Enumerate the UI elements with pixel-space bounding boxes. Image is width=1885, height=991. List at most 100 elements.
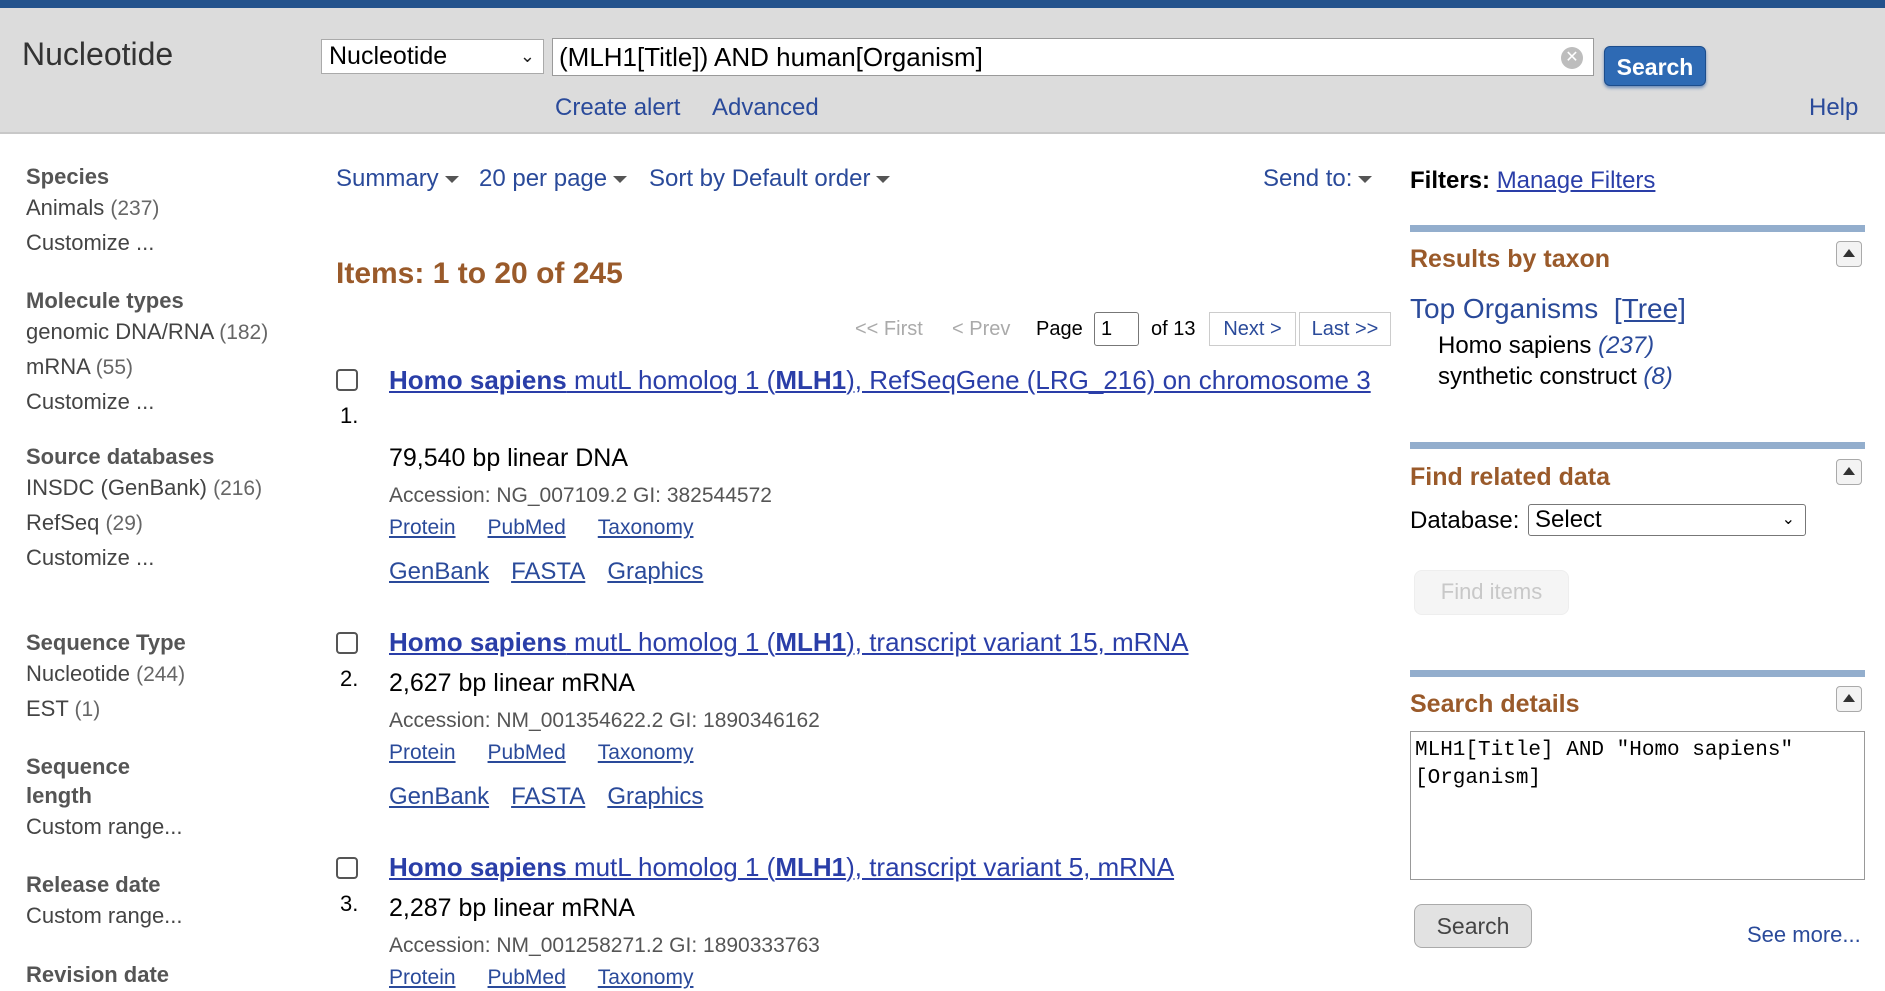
- taxonomy-link[interactable]: Taxonomy: [598, 741, 694, 764]
- result-format-links: GenBank FASTA Graphics: [389, 558, 725, 586]
- result-related-links: Protein PubMed Taxonomy: [389, 741, 725, 765]
- facet-species: Species Animals (237) Customize ...: [26, 162, 159, 260]
- taxon-item[interactable]: synthetic construct (8): [1438, 361, 1673, 392]
- related-database-select[interactable]: Select ⌄: [1528, 504, 1806, 536]
- result-format-links: GenBank FASTA Graphics: [389, 783, 725, 811]
- result-title-link[interactable]: Homo sapiens mutL homolog 1 (MLH1), RefS…: [389, 362, 1399, 399]
- result-number: 1.: [340, 403, 359, 428]
- taxon-item[interactable]: Homo sapiens (237): [1438, 330, 1673, 361]
- facet-item-refseq[interactable]: RefSeq (29): [26, 506, 226, 541]
- facet-custom-range[interactable]: Custom range...: [26, 810, 183, 844]
- facet-item-mrna[interactable]: mRNA (55): [26, 350, 268, 385]
- facet-release-date: Release date Custom range...: [26, 870, 183, 933]
- facet-title: Sequence length: [26, 754, 130, 808]
- top-organisms-link[interactable]: Top Organisms: [1410, 293, 1598, 324]
- result-checkbox[interactable]: [336, 369, 358, 391]
- facet-item-animals[interactable]: Animals (237): [26, 191, 159, 226]
- facet-customize[interactable]: Customize ...: [26, 385, 268, 419]
- protein-link[interactable]: Protein: [389, 741, 456, 764]
- sort-menu[interactable]: Sort by Default order: [649, 165, 891, 193]
- pubmed-link[interactable]: PubMed: [488, 966, 566, 989]
- result-number: 3.: [340, 891, 359, 916]
- database-label: Database:: [1410, 507, 1520, 534]
- graphics-link[interactable]: Graphics: [607, 783, 703, 810]
- see-more-link[interactable]: See more...: [1747, 922, 1861, 948]
- database-title[interactable]: Nucleotide: [22, 36, 173, 73]
- result-description: 2,627 bp linear mRNA: [389, 669, 635, 697]
- per-page-menu[interactable]: 20 per page: [479, 165, 628, 193]
- top-organisms-row: Top Organisms [Tree]: [1410, 293, 1686, 325]
- collapse-icon[interactable]: [1836, 686, 1862, 712]
- pager-prev[interactable]: < Prev: [952, 318, 1010, 341]
- panel-divider: [1410, 670, 1865, 677]
- search-query: (MLH1[Title]) AND human[Organism]: [559, 42, 983, 72]
- taxonomy-link[interactable]: Taxonomy: [598, 516, 694, 539]
- facet-sequence-type: Sequence Type Nucleotide (244) EST (1): [26, 628, 186, 727]
- result-description: 79,540 bp linear DNA: [389, 444, 629, 472]
- create-alert-link[interactable]: Create alert: [555, 94, 680, 122]
- details-search-button[interactable]: Search: [1414, 904, 1532, 948]
- facet-customize[interactable]: Customize ...: [26, 226, 159, 260]
- result-accession: Accession: NM_001354622.2 GI: 1890346162: [389, 709, 820, 732]
- send-to-menu[interactable]: Send to:: [1263, 165, 1373, 193]
- manage-filters-link[interactable]: Manage Filters: [1497, 167, 1656, 194]
- help-link[interactable]: Help: [1809, 94, 1858, 122]
- search-input[interactable]: (MLH1[Title]) AND human[Organism] ✕: [552, 38, 1594, 76]
- protein-link[interactable]: Protein: [389, 966, 456, 989]
- items-count: Items: 1 to 20 of 245: [336, 257, 623, 290]
- pubmed-link[interactable]: PubMed: [488, 741, 566, 764]
- facet-source-databases: Source databases INSDC (GenBank) (216) R…: [26, 442, 262, 575]
- result-checkbox[interactable]: [336, 632, 358, 654]
- pager-first[interactable]: << First: [855, 318, 923, 341]
- fasta-link[interactable]: FASTA: [511, 558, 585, 585]
- pubmed-link[interactable]: PubMed: [488, 516, 566, 539]
- page-number-input[interactable]: 1: [1094, 312, 1139, 346]
- summary-menu[interactable]: Summary: [336, 165, 459, 193]
- collapse-icon[interactable]: [1836, 241, 1862, 267]
- taxa-list: Homo sapiens (237) synthetic construct (…: [1438, 330, 1673, 392]
- search-header: Nucleotide Nucleotide ⌄ (MLH1[Title]) AN…: [0, 8, 1885, 134]
- facet-item-genomic[interactable]: genomic DNA/RNA (182): [26, 315, 268, 350]
- advanced-link[interactable]: Advanced: [712, 94, 819, 122]
- caret-down-icon: [1358, 176, 1373, 184]
- facet-sequence-length: Sequence length Custom range...: [26, 752, 183, 844]
- facet-customize[interactable]: Customize ...: [26, 541, 226, 575]
- filters-row: Filters: Manage Filters: [1410, 167, 1655, 195]
- result-title-link[interactable]: Homo sapiens mutL homolog 1 (MLH1), tran…: [389, 849, 1399, 886]
- top-bar: [0, 0, 1885, 8]
- graphics-link[interactable]: Graphics: [607, 558, 703, 585]
- facet-title: Species: [26, 164, 110, 189]
- collapse-icon[interactable]: [1836, 459, 1862, 485]
- chevron-down-icon: ⌄: [519, 46, 535, 66]
- chevron-down-icon: ⌄: [1781, 511, 1795, 528]
- caret-down-icon: [876, 176, 891, 184]
- facet-item-nucleotide[interactable]: Nucleotide (244): [26, 657, 186, 692]
- result-title-link[interactable]: Homo sapiens mutL homolog 1 (MLH1), tran…: [389, 624, 1399, 661]
- search-button[interactable]: Search: [1604, 46, 1706, 86]
- pager-next[interactable]: Next >: [1209, 312, 1296, 346]
- protein-link[interactable]: Protein: [389, 516, 456, 539]
- facet-title: Molecule types: [26, 288, 184, 313]
- result-description: 2,287 bp linear mRNA: [389, 894, 635, 922]
- database-select[interactable]: Nucleotide ⌄: [321, 39, 544, 74]
- panel-divider: [1410, 225, 1865, 232]
- caret-down-icon: [613, 176, 628, 184]
- find-items-button[interactable]: Find items: [1414, 570, 1569, 615]
- fasta-link[interactable]: FASTA: [511, 783, 585, 810]
- result-related-links: Protein PubMed Taxonomy: [389, 516, 725, 540]
- facet-item-est[interactable]: EST (1): [26, 692, 186, 727]
- facet-item-insdc[interactable]: INSDC (GenBank) (216): [26, 471, 262, 506]
- taxonomy-link[interactable]: Taxonomy: [598, 966, 694, 989]
- search-details-title: Search details: [1410, 690, 1580, 718]
- clear-icon[interactable]: ✕: [1561, 47, 1583, 69]
- facet-custom-range[interactable]: Custom range...: [26, 899, 183, 933]
- genbank-link[interactable]: GenBank: [389, 783, 489, 810]
- tree-link[interactable]: [Tree]: [1614, 293, 1686, 324]
- result-checkbox[interactable]: [336, 857, 358, 879]
- facet-revision-date: Revision date: [26, 960, 169, 989]
- facet-title: Source databases: [26, 444, 215, 469]
- genbank-link[interactable]: GenBank: [389, 558, 489, 585]
- search-details-textarea[interactable]: MLH1[Title] AND "Homo sapiens" [Organism…: [1410, 731, 1865, 880]
- pager-last[interactable]: Last >>: [1299, 312, 1391, 346]
- panel-divider: [1410, 442, 1865, 449]
